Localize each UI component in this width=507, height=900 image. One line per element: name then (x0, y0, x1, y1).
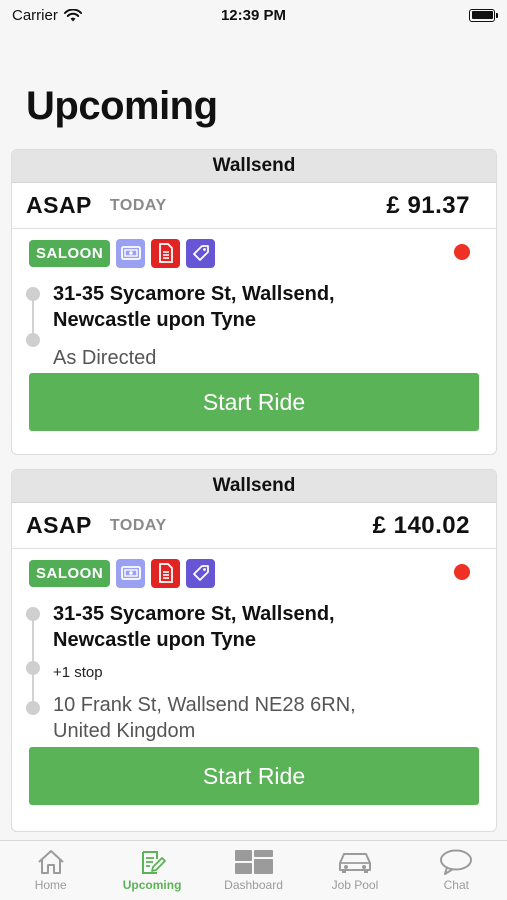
ride-card: Wallsend ASAP TODAY £ 140.02 SALOON 31-3… (11, 469, 497, 832)
tab-label: Dashboard (224, 878, 283, 892)
dropoff-address-line: United Kingdom (53, 720, 196, 742)
ride-summary-row: ASAP TODAY £ 140.02 (12, 503, 496, 549)
dropoff-address-line: 10 Frank St, Wallsend NE28 6RN, (53, 694, 356, 716)
tab-bar: Home Upcoming Dashboard Job Pool Chat (0, 840, 507, 900)
dropoff-dot (26, 333, 40, 347)
route: 31-35 Sycamore St, Wallsend, Newcastle u… (26, 281, 479, 369)
price-tag-icon (186, 238, 216, 268)
start-ride-button[interactable]: Start Ride (29, 747, 479, 805)
ride-tags: SALOON (29, 238, 479, 268)
tab-label: Job Pool (331, 878, 379, 892)
route: 31-35 Sycamore St, Wallsend, Newcastle u… (26, 601, 479, 742)
ride-day: TODAY (109, 196, 167, 214)
tab-chat[interactable]: Chat (406, 841, 507, 900)
tab-home[interactable]: Home (0, 841, 101, 900)
status-bar: Carrier 12:39 PM (0, 0, 507, 30)
document-icon (151, 238, 181, 268)
tab-label: Chat (443, 878, 469, 892)
ride-day: TODAY (109, 516, 167, 534)
tab-label: Upcoming (122, 878, 182, 892)
pickup-address-line: 31-35 Sycamore St, Wallsend, (53, 603, 335, 625)
tab-dashboard[interactable]: Dashboard (203, 841, 304, 900)
extra-stops-label: +1 stop (53, 664, 103, 681)
tab-label: Home (34, 878, 67, 892)
dashboard-icon (234, 850, 273, 874)
pickup-dot (26, 607, 40, 621)
dropoff-address: As Directed (53, 347, 157, 369)
carrier-info: Carrier (12, 7, 82, 24)
clipboard-edit-icon (142, 851, 167, 874)
ride-timing: ASAP (26, 512, 92, 538)
vehicle-type-badge: SALOON (29, 559, 111, 587)
ride-details: SALOON 31-35 Sycamore St, Wallsend, Newc… (12, 229, 496, 443)
stop-dot (26, 661, 40, 675)
page-title: Upcoming (26, 84, 218, 128)
tab-job-pool[interactable]: Job Pool (304, 841, 405, 900)
ride-timing: ASAP (26, 192, 92, 218)
status-dot (454, 244, 470, 260)
ride-card: Wallsend ASAP TODAY £ 91.37 SALOON 31-35… (11, 149, 497, 455)
battery-icon (469, 8, 498, 22)
pickup-dot (26, 287, 40, 301)
dropoff-dot (26, 701, 40, 715)
wifi-icon (63, 8, 82, 21)
tab-upcoming[interactable]: Upcoming (101, 841, 202, 900)
ride-summary-row: ASAP TODAY £ 91.37 (12, 183, 496, 229)
status-dot (454, 564, 470, 580)
cash-icon (116, 558, 146, 588)
price-tag-icon (186, 558, 216, 588)
ride-price: £ 140.02 (372, 511, 470, 539)
ride-area-header: Wallsend (12, 470, 496, 503)
chat-bubble-icon (440, 849, 473, 875)
pickup-address: 31-35 Sycamore St, Wallsend, Newcastle u… (53, 601, 479, 653)
pickup-address-line: Newcastle upon Tyne (53, 309, 257, 331)
home-icon (38, 850, 64, 874)
pickup-address-line: Newcastle upon Tyne (53, 629, 257, 651)
ride-price: £ 91.37 (386, 191, 470, 219)
cash-icon (116, 238, 146, 268)
carrier-label: Carrier (12, 6, 58, 24)
vehicle-type-badge: SALOON (29, 239, 111, 267)
start-ride-button[interactable]: Start Ride (29, 373, 479, 431)
car-icon (338, 853, 371, 873)
pickup-address-line: 31-35 Sycamore St, Wallsend, (53, 283, 335, 305)
ride-details: SALOON 31-35 Sycamore St, Wallsend, Newc… (12, 549, 496, 817)
pickup-address: 31-35 Sycamore St, Wallsend, Newcastle u… (53, 281, 479, 333)
dropoff-address: 10 Frank St, Wallsend NE28 6RN, United K… (53, 692, 479, 744)
ride-tags: SALOON (29, 558, 479, 588)
ride-area-header: Wallsend (12, 150, 496, 183)
document-icon (151, 558, 181, 588)
